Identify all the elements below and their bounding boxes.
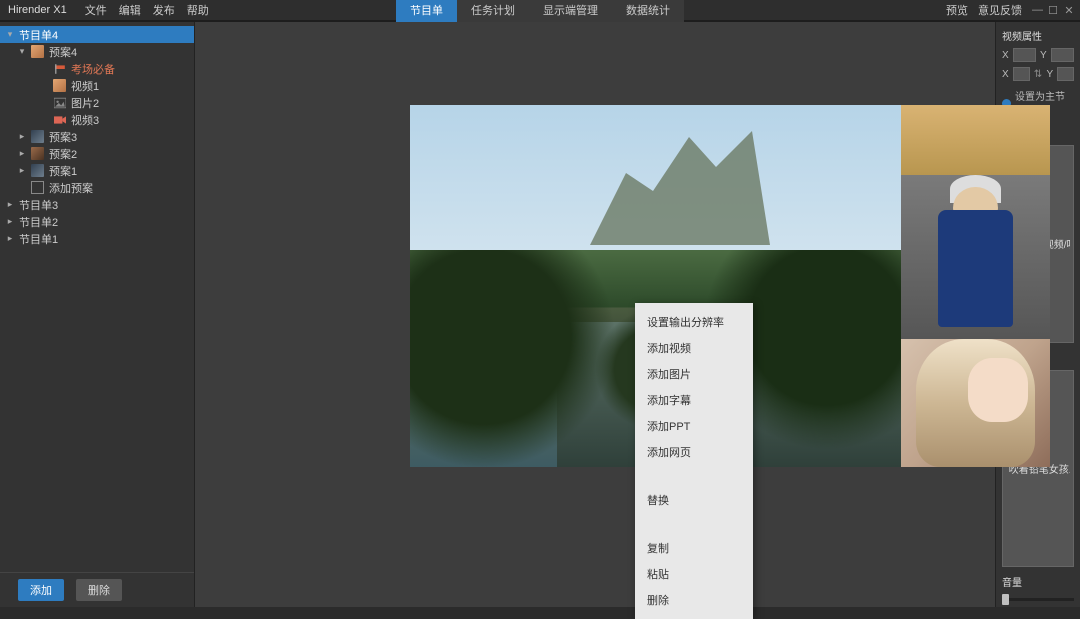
slider-thumb[interactable] (1002, 594, 1009, 605)
chevron-right-icon: ▸ (6, 199, 14, 210)
tab-programs[interactable]: 节目单 (396, 0, 457, 22)
tree-item-mark[interactable]: 考场必备 (0, 60, 194, 77)
top-feedback[interactable]: 意见反馈 (978, 2, 1022, 18)
tree-label: 预案1 (49, 163, 77, 179)
tree-program[interactable]: ▸ 节目单3 (0, 196, 194, 213)
program-tree: ▾ 节目单4 ▾ 预案4 考场必备 视频1 (0, 22, 194, 572)
top-preview[interactable]: 预览 (946, 2, 968, 18)
tree-scene[interactable]: ▾ 预案4 (0, 43, 194, 60)
menu-edit[interactable]: 编辑 (119, 2, 141, 18)
label-x2: X (1002, 69, 1009, 80)
ctx-copy[interactable]: 复制 (635, 535, 753, 561)
tree-add-scene[interactable]: 添加预案 (0, 179, 194, 196)
tree-label: 添加预案 (49, 180, 93, 196)
tree-label: 图片2 (71, 95, 99, 111)
panel-section-title: 音量 (1002, 574, 1074, 589)
tree-label: 节目单3 (19, 197, 58, 213)
tree-program[interactable]: ▸ 节目单2 (0, 213, 194, 230)
sidebar: ▾ 节目单4 ▾ 预案4 考场必备 视频1 (0, 22, 195, 607)
tab-stats[interactable]: 数据统计 (612, 0, 684, 22)
ctx-add-ppt[interactable]: 添加PPT (635, 413, 753, 439)
scene-thumb (31, 164, 44, 177)
ctx-replace[interactable]: 替换 (635, 487, 753, 513)
tree-label: 节目单1 (19, 231, 58, 247)
chevron-right-icon: ▸ (6, 233, 14, 244)
label-y: Y (1040, 50, 1047, 61)
link-xy-icon[interactable]: ⇅ (1034, 70, 1043, 79)
image-icon (53, 96, 66, 109)
stage-tile-bottom[interactable] (901, 339, 1050, 467)
plus-box-icon (31, 181, 44, 194)
video-thumb-icon (53, 79, 66, 92)
scene-thumb (31, 130, 44, 143)
ctx-set-resolution[interactable]: 设置输出分辨率 (635, 309, 753, 335)
top-tabs: 节目单 任务计划 显示端管理 数据统计 (396, 0, 684, 22)
chevron-right-icon: ▸ (18, 131, 26, 142)
tree-item-video[interactable]: 视频3 (0, 111, 194, 128)
label-y2: Y (1047, 69, 1054, 80)
tree-scene[interactable]: ▸ 预案2 (0, 145, 194, 162)
chevron-right-icon: ▸ (6, 216, 14, 227)
scene-thumb (31, 147, 44, 160)
sidebar-footer: 添加 删除 (0, 572, 194, 607)
add-button[interactable]: 添加 (18, 579, 64, 601)
tree-label: 视频3 (71, 112, 99, 128)
menu-help[interactable]: 帮助 (187, 2, 209, 18)
tree-scene[interactable]: ▸ 预案1 (0, 162, 194, 179)
context-menu: 设置输出分辨率 添加视频 添加图片 添加字幕 添加PPT 添加网页 替换 复制 … (635, 303, 753, 619)
tree-program-root[interactable]: ▾ 节目单4 (0, 26, 194, 43)
chevron-right-icon: ▸ (18, 148, 26, 159)
input-x2[interactable] (1013, 67, 1030, 81)
menu-bar: Hirender X1 文件 编辑 发布 帮助 节目单 任务计划 显示端管理 数… (0, 0, 1080, 20)
tree-label: 预案3 (49, 129, 77, 145)
input-y2[interactable] (1057, 67, 1074, 81)
ctx-add-video[interactable]: 添加视频 (635, 335, 753, 361)
window-minimize[interactable]: — (1032, 4, 1042, 17)
window-maximize[interactable]: ☐ (1048, 4, 1058, 17)
app-name: Hirender X1 (8, 4, 67, 16)
tree-label: 节目单2 (19, 214, 58, 230)
tree-item-image[interactable]: 图片2 (0, 94, 194, 111)
volume-slider[interactable] (1002, 598, 1074, 601)
scene-thumb (31, 45, 44, 58)
label-x: X (1002, 50, 1009, 61)
tree-scene[interactable]: ▸ 预案3 (0, 128, 194, 145)
input-x[interactable] (1013, 48, 1036, 62)
window-close[interactable]: ✕ (1064, 4, 1074, 17)
video-icon (53, 113, 66, 126)
ctx-add-webpage[interactable]: 添加网页 (635, 439, 753, 465)
chevron-down-icon: ▾ (18, 46, 26, 57)
tree-item-video[interactable]: 视频1 (0, 77, 194, 94)
tab-schedule[interactable]: 任务计划 (457, 0, 529, 22)
ctx-paste[interactable]: 粘贴 (635, 561, 753, 587)
chevron-down-icon: ▾ (6, 29, 14, 40)
ctx-add-image[interactable]: 添加图片 (635, 361, 753, 387)
menu-file[interactable]: 文件 (85, 2, 107, 18)
tree-label: 考场必备 (71, 61, 115, 77)
delete-button[interactable]: 删除 (76, 579, 122, 601)
panel-section-title: 视频属性 (1002, 28, 1074, 43)
ctx-delete[interactable]: 删除 (635, 587, 753, 613)
tree-label: 节目单4 (19, 27, 58, 43)
canvas-area[interactable]: 设置输出分辨率 添加视频 添加图片 添加字幕 添加PPT 添加网页 替换 复制 … (195, 22, 995, 607)
tab-display[interactable]: 显示端管理 (529, 0, 612, 22)
input-y[interactable] (1051, 48, 1074, 62)
tree-label: 视频1 (71, 78, 99, 94)
chevron-right-icon: ▸ (18, 165, 26, 176)
tree-label: 预案2 (49, 146, 77, 162)
stage-tile-top[interactable] (901, 105, 1050, 339)
tree-program[interactable]: ▸ 节目单1 (0, 230, 194, 247)
tree-label: 预案4 (49, 44, 77, 60)
flag-icon (53, 62, 66, 75)
ctx-add-subtitle[interactable]: 添加字幕 (635, 387, 753, 413)
menu-publish[interactable]: 发布 (153, 2, 175, 18)
